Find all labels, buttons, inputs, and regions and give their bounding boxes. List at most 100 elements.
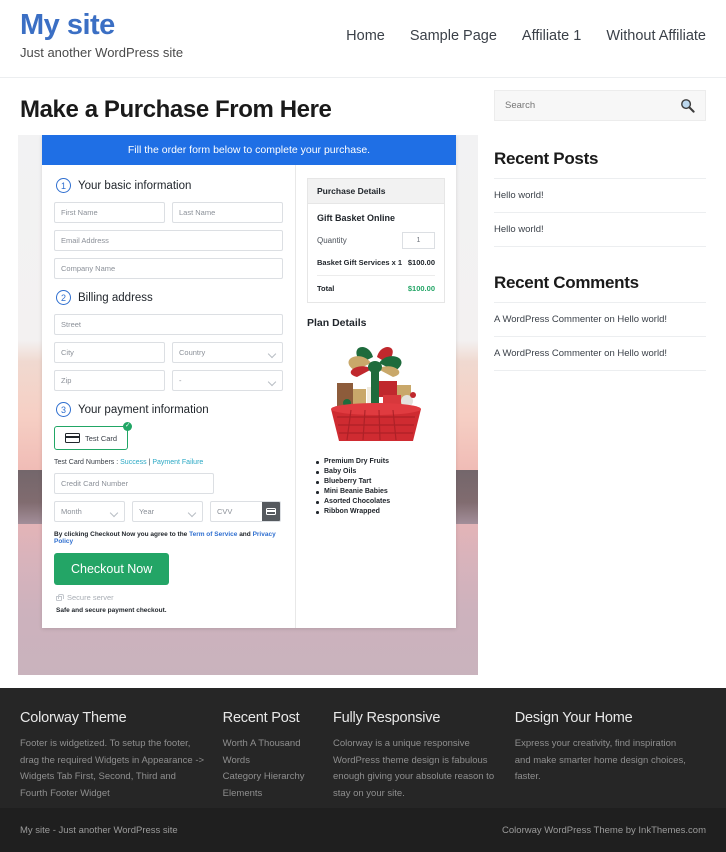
footer-column-fully-responsive: Fully Responsive Colorway is a unique re… (333, 710, 515, 803)
plan-item: Asorted Chocolates (316, 498, 445, 505)
plan-item: Mini Beanie Babies (316, 488, 445, 495)
recent-comment-item[interactable]: A WordPress Commenter on Hello world! (494, 337, 706, 371)
plan-item: Blueberry Tart (316, 478, 445, 485)
street-input[interactable]: Street (54, 314, 283, 335)
search-widget (494, 90, 706, 121)
step-2-number: 2 (56, 290, 71, 305)
line-item-row: Basket Gift Services x 1 $100.00 (317, 258, 435, 276)
recent-comments-title: Recent Comments (494, 273, 706, 303)
total-price: $100.00 (407, 284, 435, 293)
first-name-input[interactable]: First Name (54, 202, 165, 223)
footer-column-text: Express your creativity, find inspiratio… (514, 738, 686, 783)
recent-posts-list: Hello world! Hello world! (494, 179, 706, 247)
footer-column-text: Colorway is a unique responsive WordPres… (333, 738, 495, 799)
footer-theme-credit[interactable]: Colorway WordPress Theme by InkThemes.co… (502, 825, 706, 836)
test-card-label: Test Card (85, 433, 118, 443)
footer-column-title: Design Your Home (514, 710, 633, 726)
footer-column-title: Fully Responsive (333, 710, 441, 726)
terms-and: and (237, 531, 253, 538)
terms-of-service-link[interactable]: Term of Service (189, 531, 237, 538)
page-title: Make a Purchase From Here (20, 96, 332, 123)
country-select[interactable]: Country (172, 342, 283, 363)
test-card-failure-link[interactable]: Payment Failure (152, 459, 203, 466)
footer-column-recent-post: Recent Post Worth A Thousand Words Categ… (223, 710, 333, 803)
last-name-input[interactable]: Last Name (172, 202, 283, 223)
plan-details-list: Premium Dry Fruits Baby Oils Blueberry T… (316, 458, 445, 515)
recent-posts-title: Recent Posts (494, 149, 706, 179)
search-icon[interactable] (680, 98, 695, 113)
step-2-heading: 2 Billing address (56, 290, 283, 305)
plan-details-title: Plan Details (307, 317, 367, 329)
state-select[interactable]: - (172, 370, 283, 391)
primary-navigation: Home Sample Page Affiliate 1 Without Aff… (346, 28, 706, 44)
checkout-now-button[interactable]: Checkout Now (54, 553, 170, 585)
plan-item: Ribbon Wrapped (316, 508, 445, 515)
test-card-success-link[interactable]: Success (120, 459, 146, 466)
footer-column-text: Footer is widgetized. To setup the foote… (20, 738, 205, 799)
footer-columns: Colorway Theme Footer is widgetized. To … (20, 710, 706, 803)
step-1-heading: 1 Your basic information (56, 178, 283, 193)
footer-bottom-bar: My site - Just another WordPress site Co… (0, 808, 726, 852)
footer-recent-post-list: Worth A Thousand Words Category Hierarch… (223, 736, 315, 803)
step-3-number: 3 (56, 402, 71, 417)
quantity-row: Quantity 1 (317, 232, 435, 249)
test-card-method-option[interactable]: Test Card ✓ (54, 422, 133, 450)
email-input[interactable]: Email Address (54, 230, 283, 251)
search-input[interactable] (505, 100, 655, 111)
nav-item-sample-page[interactable]: Sample Page (410, 28, 497, 44)
footer-post-item[interactable]: Worth A Thousand Words (223, 736, 315, 769)
test-card-note-prefix: Test Card Numbers : (54, 459, 121, 466)
recent-post-item[interactable]: Hello world! (494, 179, 706, 213)
step-3-heading: 3 Your payment information (56, 402, 283, 417)
step-3-label: Your payment information (78, 403, 209, 416)
expiry-year-select[interactable]: Year (131, 501, 203, 522)
gift-basket-image (331, 346, 421, 441)
secure-server-row: Secure server (56, 593, 283, 602)
line-item-label: Basket Gift Services x 1 (317, 258, 403, 267)
footer-column-title: Colorway Theme (20, 710, 127, 726)
zip-input[interactable]: Zip (54, 370, 165, 391)
site-tagline: Just another WordPress site (20, 44, 184, 60)
credit-card-icon (65, 433, 80, 443)
page-wrapper: Make a Purchase From Here Fill the order… (0, 78, 726, 675)
credit-card-number-input[interactable]: Credit Card Number (54, 473, 215, 494)
quantity-input[interactable]: 1 (402, 232, 435, 249)
site-header: My site Just another WordPress site Home… (0, 0, 726, 78)
nav-item-affiliate-1[interactable]: Affiliate 1 (522, 28, 581, 44)
footer-post-item[interactable]: Elements (223, 786, 315, 803)
order-form-pane: 1 Your basic information First Name Last… (42, 165, 295, 628)
footer-post-item[interactable]: Category Hierarchy (223, 769, 315, 786)
terms-agreement-note: By clicking Checkout Now you agree to th… (54, 531, 283, 545)
company-name-input[interactable]: Company Name (54, 258, 283, 279)
main-content: Make a Purchase From Here Fill the order… (18, 78, 478, 675)
nav-item-without-affiliate[interactable]: Without Affiliate (606, 28, 706, 44)
check-icon: ✓ (123, 422, 133, 431)
plan-item: Baby Oils (316, 468, 445, 475)
cvv-field-group: CVV (209, 501, 281, 522)
city-input[interactable]: City (54, 342, 165, 363)
recent-post-item[interactable]: Hello world! (494, 213, 706, 247)
total-label: Total (317, 284, 335, 293)
footer-site-credit: My site - Just another WordPress site (20, 824, 178, 836)
checkout-card: Fill the order form below to complete yo… (42, 135, 456, 628)
safe-checkout-note: Safe and secure payment checkout. (56, 607, 167, 614)
expiry-month-select[interactable]: Month (54, 501, 125, 522)
line-item-price: $100.00 (407, 258, 435, 267)
purchase-summary-pane: Purchase Details Gift Basket Online Quan… (295, 165, 456, 628)
recent-comment-item[interactable]: A WordPress Commenter on Hello world! (494, 303, 706, 337)
step-1-label: Your basic information (78, 179, 192, 192)
footer-column-colorway-theme: Colorway Theme Footer is widgetized. To … (20, 710, 223, 803)
nav-item-home[interactable]: Home (346, 28, 385, 44)
product-name: Gift Basket Online (317, 213, 396, 223)
lock-icon (56, 593, 64, 601)
widget-spacer (494, 247, 706, 273)
step-1-number: 1 (56, 178, 71, 193)
purchase-details-title: Purchase Details (308, 179, 444, 204)
step-2-label: Billing address (78, 291, 153, 304)
sidebar: Recent Posts Hello world! Hello world! R… (494, 78, 706, 675)
test-card-numbers-note: Test Card Numbers : Success | Payment Fa… (54, 459, 283, 466)
terms-prefix: By clicking Checkout Now you agree to th… (54, 531, 190, 538)
footer-column-title: Recent Post (222, 710, 300, 726)
checkout-background-photo: Fill the order form below to complete yo… (18, 135, 478, 675)
plan-item: Premium Dry Fruits (316, 458, 445, 465)
